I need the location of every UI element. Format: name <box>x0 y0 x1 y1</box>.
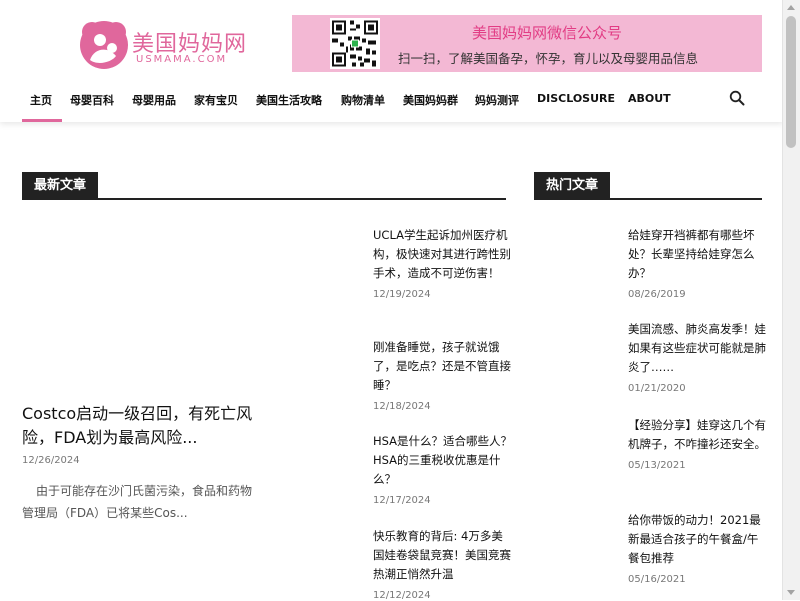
list-item-date: 05/13/2021 <box>628 460 686 471</box>
popular-articles-header: 热门文章 <box>534 172 762 200</box>
nav-item-disclosure[interactable]: DISCLOSURE <box>537 92 615 105</box>
nav-active-indicator <box>22 119 62 122</box>
list-item[interactable]: 【经验分享】娃穿这几个有机牌子，不咋撞衫还安全。 05/13/2021 <box>628 416 766 471</box>
list-item-date: 12/19/2024 <box>373 289 431 300</box>
site-logo[interactable]: 美国妈妈网 USMAMA.COM <box>78 18 248 72</box>
list-item-date: 12/17/2024 <box>373 495 431 506</box>
scrollbar-thumb[interactable] <box>786 16 796 148</box>
nav-item-us-life-guide[interactable]: 美国生活攻略 <box>256 92 322 108</box>
logo-subtext: USMAMA.COM <box>136 54 228 65</box>
list-item-date: 12/18/2024 <box>373 401 431 412</box>
scroll-down-arrow-icon[interactable] <box>787 590 795 595</box>
list-item-date: 01/21/2020 <box>628 383 686 394</box>
nav-item-baby-products[interactable]: 母婴用品 <box>132 92 176 108</box>
list-item[interactable]: 快乐教育的背后: 4万多美国娃卷袋鼠竞赛！美国竞赛热潮正悄然升温 12/12/2… <box>373 527 513 601</box>
list-item-date: 08/26/2019 <box>628 289 686 300</box>
popular-articles-divider <box>534 198 762 200</box>
latest-articles-divider <box>22 198 506 200</box>
popular-articles-title: 热门文章 <box>534 172 611 200</box>
list-item-date: 12/12/2024 <box>373 590 431 601</box>
banner-subtitle: 扫一扫，了解美国备孕，怀孕，育儿以及母婴用品信息 <box>398 51 699 66</box>
list-item[interactable]: 给你带饭的动力！2021最新最适合孩子的午餐盒/午餐包推荐 05/16/2021 <box>628 511 766 585</box>
nav-item-home[interactable]: 主页 <box>30 92 52 108</box>
list-item-title[interactable]: 给你带饭的动力！2021最新最适合孩子的午餐盒/午餐包推荐 <box>628 511 766 568</box>
latest-articles-header: 最新文章 <box>22 172 506 200</box>
list-item[interactable]: 美国流感、肺炎高发季！娃如果有这些症状可能就是肺炎了…… 01/21/2020 <box>628 320 766 394</box>
nav-item-mom-groups[interactable]: 美国妈妈群 <box>403 92 458 108</box>
list-item[interactable]: 刚准备睡觉，孩子就说饿了，是吃点？还是不管直接睡？ 12/18/2024 <box>373 338 513 412</box>
nav-item-shopping-list[interactable]: 购物清单 <box>341 92 385 108</box>
feature-article-title[interactable]: Costco启动一级召回，有死亡风险，FDA划为最高风险... <box>22 402 262 450</box>
list-item[interactable]: HSA是什么？适合哪些人？HSA的三重税收优惠是什么？ 12/17/2024 <box>373 432 513 506</box>
latest-articles-title: 最新文章 <box>22 172 99 200</box>
list-item[interactable]: UCLA学生起诉加州医疗机构，极快速对其进行跨性别手术，造成不可逆伤害！ 12/… <box>373 226 513 300</box>
list-item-title[interactable]: 【经验分享】娃穿这几个有机牌子，不咋撞衫还安全。 <box>628 416 766 454</box>
nav-item-mom-reviews[interactable]: 妈妈测评 <box>475 92 519 108</box>
qr-code-icon <box>330 18 380 69</box>
scroll-up-arrow-icon[interactable] <box>787 5 795 10</box>
list-item-title[interactable]: 快乐教育的背后: 4万多美国娃卷袋鼠竞赛！美国竞赛热潮正悄然升温 <box>373 527 513 584</box>
nav-item-baby-encyclopedia[interactable]: 母婴百科 <box>70 92 114 108</box>
list-item-title[interactable]: HSA是什么？适合哪些人？HSA的三重税收优惠是什么？ <box>373 432 513 489</box>
list-item[interactable]: 给娃穿开裆裤都有哪些坏处？长辈坚持给娃穿怎么办？ 08/26/2019 <box>628 226 766 300</box>
list-item-date: 05/16/2021 <box>628 574 686 585</box>
feature-article-date: 12/26/2024 <box>22 455 80 466</box>
list-item-title[interactable]: 给娃穿开裆裤都有哪些坏处？长辈坚持给娃穿怎么办？ <box>628 226 766 283</box>
wechat-banner[interactable]: 美国妈妈网微信公众号 扫一扫，了解美国备孕，怀孕，育儿以及母婴用品信息 <box>292 15 762 72</box>
page-scrollbar[interactable] <box>782 0 800 600</box>
search-icon[interactable] <box>729 90 745 106</box>
nav-item-kids-at-home[interactable]: 家有宝贝 <box>194 92 238 108</box>
list-item-title[interactable]: 刚准备睡觉，孩子就说饿了，是吃点？还是不管直接睡？ <box>373 338 513 395</box>
logo-mother-child-icon <box>80 21 128 69</box>
nav-item-about[interactable]: ABOUT <box>628 92 671 105</box>
site-header: 美国妈妈网 USMAMA.COM 美国妈妈网微信公众号 扫一扫，了解美国备孕，怀… <box>0 0 783 122</box>
feature-article-excerpt: 由于可能存在沙门氏菌污染，食品和药物管理局（FDA）已将某些Cos... <box>22 484 253 520</box>
list-item-title[interactable]: UCLA学生起诉加州医疗机构，极快速对其进行跨性别手术，造成不可逆伤害！ <box>373 226 513 283</box>
main-nav: 主页 母婴百科 母婴用品 家有宝贝 美国生活攻略 购物清单 美国妈妈群 妈妈测评… <box>0 80 783 122</box>
list-item-title[interactable]: 美国流感、肺炎高发季！娃如果有这些症状可能就是肺炎了…… <box>628 320 766 377</box>
banner-title: 美国妈妈网微信公众号 <box>472 24 623 42</box>
